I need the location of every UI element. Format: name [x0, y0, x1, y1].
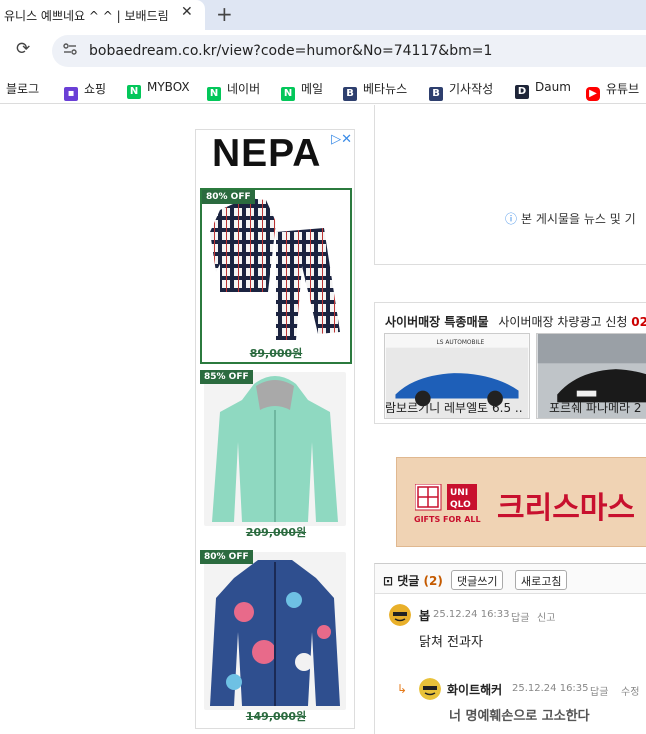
site-settings-icon[interactable] — [62, 41, 78, 61]
reply-link[interactable]: 답글 — [590, 683, 608, 698]
comment-reply-item: ↳ 화이트해커 25.12.24 16:35 답글 수정 너 명예훼손으로 고소… — [397, 678, 646, 724]
bookmark-naver[interactable]: N 네이버 — [207, 80, 261, 101]
bookmark-label: 유튜브 — [606, 82, 640, 96]
tab-title: 유니스 예쁘네요 ^ ^ | 보배드림 — [4, 9, 169, 23]
cyber-store-title: 사이버매장 특종매물 — [385, 315, 489, 329]
comment-author[interactable]: 화이트해커 — [447, 681, 502, 698]
uniqlo-logo: UNI QLO — [415, 484, 477, 511]
cyber-store-tel: 02-7 — [631, 315, 646, 329]
reply-arrow-icon: ↳ — [397, 682, 408, 696]
daum-icon: D — [515, 85, 529, 99]
uniqlo-ad[interactable]: UNI QLO GIFTS FOR ALL 크리스마스 — [396, 457, 646, 547]
bookmark-shopping[interactable]: ▪ 쇼핑 — [64, 80, 107, 101]
product-price: 89,000원 — [249, 347, 303, 360]
naver-icon: N — [281, 87, 295, 101]
uniqlo-logo-top: UNI — [450, 488, 468, 498]
bookmark-label: 기사작성 — [449, 82, 494, 96]
bookmarks-bar: 블로그 ▪ 쇼핑 N MYBOX N 네이버 N 메일 B 베타뉴스 B 기사작성 D Dau… — [0, 72, 646, 104]
bookmark-mail[interactable]: N 메일 — [281, 80, 324, 101]
user-avatar — [389, 604, 411, 626]
betanews-icon: B — [343, 87, 357, 101]
article-notice-box: ⓘ 본 게시물을 뉴스 및 기 — [374, 105, 646, 265]
notice-text: ⓘ 본 게시물을 뉴스 및 기 — [505, 210, 636, 227]
tab-active[interactable]: 유니스 예쁘네요 ^ ^ | 보배드림 ✕ — [0, 0, 205, 30]
floral-jacket-image — [204, 552, 346, 710]
fleece-jacket-image — [204, 372, 346, 526]
comments-header: ⊡ 댓글 (2) 댓글쓰기 새로고침 — [375, 564, 646, 594]
cyber-store-subtitle[interactable]: 사이버매장 차량광고 신청 — [498, 315, 627, 329]
cyber-store-header: 사이버매장 특종매물 사이버매장 차량광고 신청 02-7 — [385, 313, 646, 330]
comment-text: 닭쳐 전과자 — [419, 635, 483, 650]
comment-text: 너 명예훼손으로 고소한다 — [449, 709, 590, 724]
right-column: ⓘ 본 게시물을 뉴스 및 기 사이버매장 특종매물 사이버매장 차량광고 신청 … — [374, 105, 646, 734]
write-comment-button[interactable]: 댓글쓰기 — [451, 570, 504, 590]
ad-choices-icon[interactable]: ▷✕ — [331, 132, 352, 147]
uniqlo-logo-bottom: QLO — [450, 500, 471, 510]
car-label[interactable]: 포르쉐 파나메라 2 — [549, 399, 642, 416]
user-avatar — [419, 678, 441, 700]
comments-title[interactable]: ⊡ 댓글 (2) — [383, 572, 443, 589]
comment-date: 25.12.24 16:33 — [433, 609, 510, 620]
car-label[interactable]: 람보르기니 레부엘토 6.5 .. — [385, 399, 523, 416]
tab-bar: 유니스 예쁘네요 ^ ^ | 보배드림 ✕ + — [0, 0, 646, 30]
discount-badge: 85% OFF — [200, 370, 253, 384]
comment-item: 봅 25.12.24 16:33 답글 신고 닭쳐 전과자 — [389, 604, 646, 650]
dealer-logo: LS AUTOMOBILE — [436, 340, 484, 346]
report-link[interactable]: 신고 — [537, 609, 555, 624]
page-content: ▷✕ NEPA 80% OFF 89,000원 85% OFF 209,000원… — [0, 105, 646, 734]
url-text[interactable]: bobaedream.co.kr/view?code=humor&No=7411… — [89, 43, 492, 59]
product-price: 149,000원 — [245, 710, 307, 723]
reload-icon[interactable]: ⟳ — [16, 39, 30, 59]
bookmark-write-article[interactable]: B 기사작성 — [429, 80, 494, 101]
nepa-logo: NEPA — [212, 132, 322, 175]
bookmark-label: 쇼핑 — [84, 82, 107, 96]
comment-author[interactable]: 봅 — [419, 607, 430, 624]
address-row: ⟳ bobaedream.co.kr/view?code=humor&No=74… — [0, 30, 646, 72]
bookmark-label: 네이버 — [227, 82, 261, 96]
bookmark-label: MYBOX — [147, 80, 190, 94]
discount-badge: 80% OFF — [200, 550, 253, 564]
comment-date: 25.12.24 16:35 — [512, 683, 589, 694]
bookmark-daum[interactable]: D Daum — [515, 80, 571, 99]
comments-section: ⊡ 댓글 (2) 댓글쓰기 새로고침 봅 25.12.24 16:33 답글 신… — [374, 563, 646, 734]
ad-product[interactable]: 80% OFF 149,000원 — [200, 550, 352, 726]
edit-link[interactable]: 수정 — [621, 683, 639, 698]
close-tab-icon[interactable]: ✕ — [181, 4, 193, 20]
info-icon: ⓘ — [505, 212, 518, 226]
discount-badge: 80% OFF — [202, 190, 255, 204]
cyber-store-box: 사이버매장 특종매물 사이버매장 차량광고 신청 02-7 LS AUTOMOB… — [374, 302, 646, 424]
shopping-icon: ▪ — [64, 87, 78, 101]
new-tab-button[interactable]: + — [216, 2, 233, 26]
reply-link[interactable]: 답글 — [511, 609, 529, 624]
uniqlo-headline: 크리스마스 — [497, 491, 635, 526]
bookmark-label: Daum — [535, 80, 571, 94]
address-bar[interactable]: bobaedream.co.kr/view?code=humor&No=7411… — [52, 35, 646, 67]
betanews-icon: B — [429, 87, 443, 101]
product-price: 209,000원 — [245, 526, 307, 539]
bookmark-youtube[interactable]: ▶ 유튜브 — [586, 80, 640, 101]
refresh-comments-button[interactable]: 새로고침 — [515, 570, 568, 590]
ad-product[interactable]: 80% OFF 89,000원 — [200, 188, 352, 364]
bookmark-label: 블로그 — [6, 82, 40, 96]
ad-product[interactable]: 85% OFF 209,000원 — [200, 370, 352, 546]
youtube-icon: ▶ — [586, 87, 600, 101]
naver-icon: N — [127, 85, 141, 99]
notice-label: 본 게시물을 뉴스 및 기 — [521, 212, 636, 226]
collapse-icon[interactable]: ⊡ — [383, 574, 393, 588]
comments-title-label: 댓글 — [397, 574, 420, 588]
pajama-image — [210, 198, 340, 340]
comments-count: (2) — [423, 574, 443, 588]
nepa-ad[interactable]: ▷✕ NEPA 80% OFF 89,000원 85% OFF 209,000원… — [195, 129, 355, 729]
bookmark-label: 베타뉴스 — [363, 82, 408, 96]
bookmark-mybox[interactable]: N MYBOX — [127, 80, 190, 99]
bookmark-betanews[interactable]: B 베타뉴스 — [343, 80, 408, 101]
naver-icon: N — [207, 87, 221, 101]
uniqlo-tagline: GIFTS FOR ALL — [414, 515, 481, 524]
bookmark-blog[interactable]: 블로그 — [0, 80, 39, 96]
bookmark-label: 메일 — [301, 82, 324, 96]
